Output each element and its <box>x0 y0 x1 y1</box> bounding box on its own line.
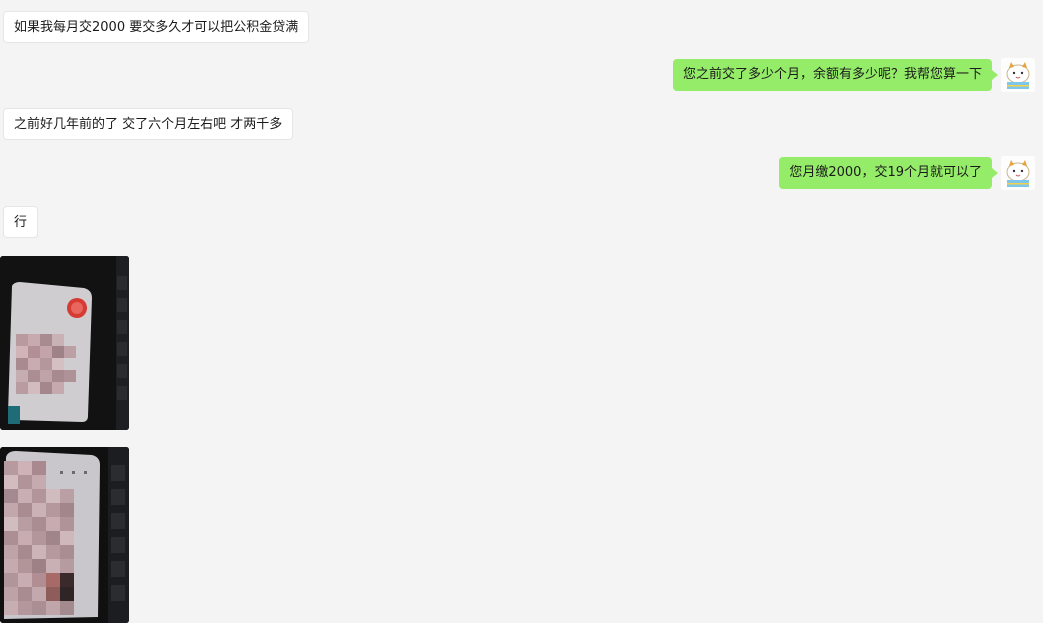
card-photo-1 <box>0 256 129 430</box>
agent-avatar-icon[interactable] <box>1001 58 1035 92</box>
agent-avatar-icon[interactable] <box>1001 156 1035 190</box>
image-message[interactable] <box>0 256 129 430</box>
card-photo-2 <box>0 447 129 623</box>
message-incoming[interactable]: 如果我每月交2000 要交多久才可以把公积金贷满 <box>3 11 310 43</box>
message-incoming[interactable]: 之前好几年前的了 交了六个月左右吧 才两千多 <box>3 108 294 140</box>
image-message[interactable] <box>0 447 129 623</box>
message-outgoing[interactable]: 您月缴2000，交19个月就可以了 <box>779 157 998 189</box>
message-incoming[interactable]: 行 <box>3 206 39 238</box>
message-outgoing[interactable]: 您之前交了多少个月，余额有多少呢？我帮您算一下 <box>672 59 999 91</box>
